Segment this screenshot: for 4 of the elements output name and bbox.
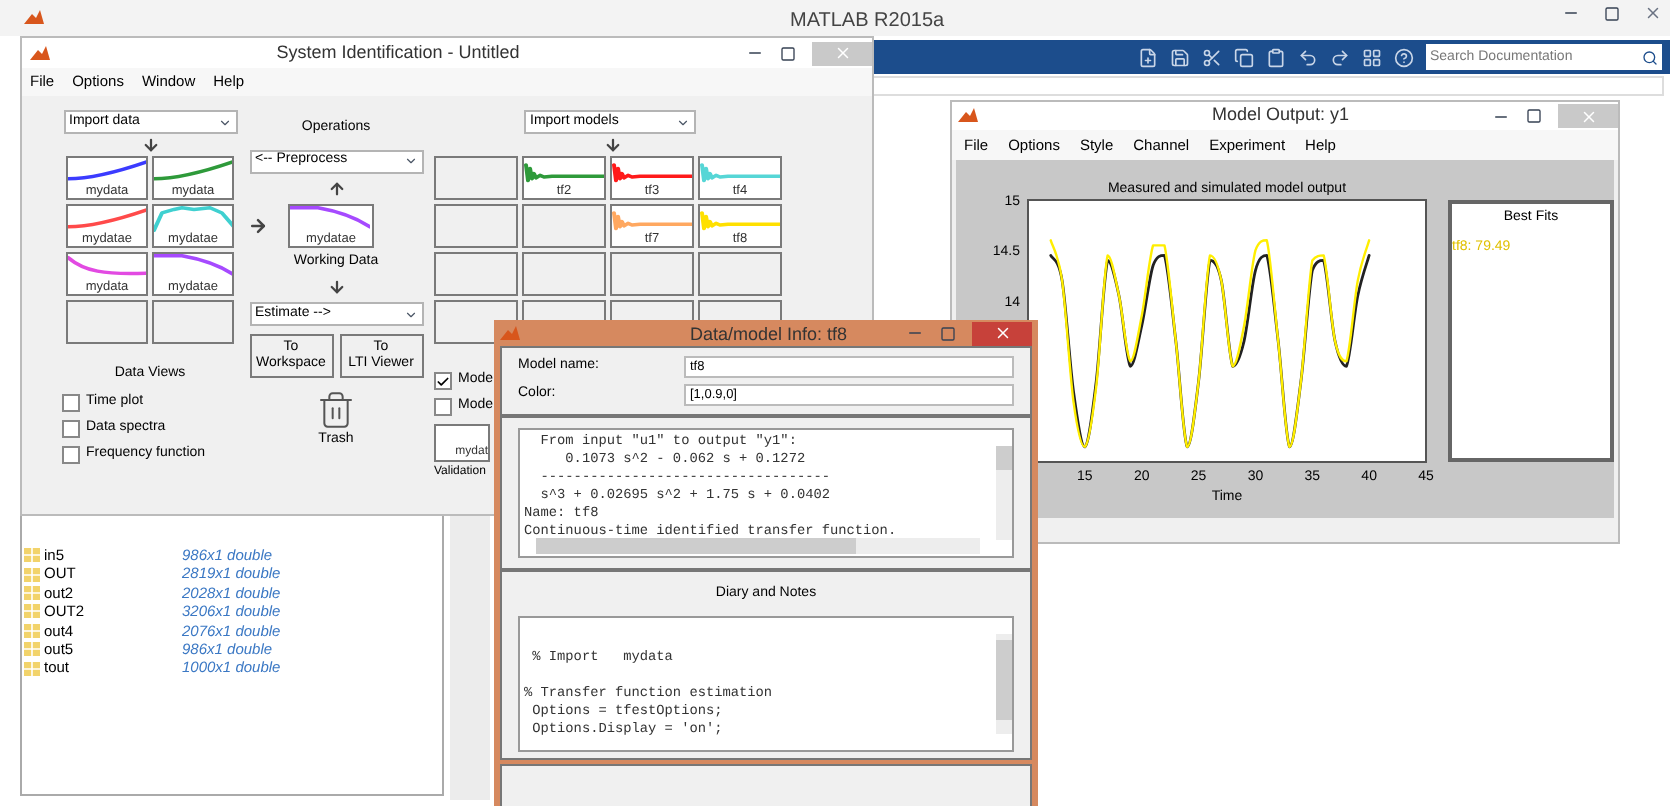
- window-title: System Identification - Untitled: [276, 39, 520, 66]
- window-title: Data/model Info: tf8: [690, 324, 848, 344]
- window-title: Model Output: y1: [1212, 102, 1350, 129]
- window-title: MATLAB R2015a: [790, 8, 945, 36]
